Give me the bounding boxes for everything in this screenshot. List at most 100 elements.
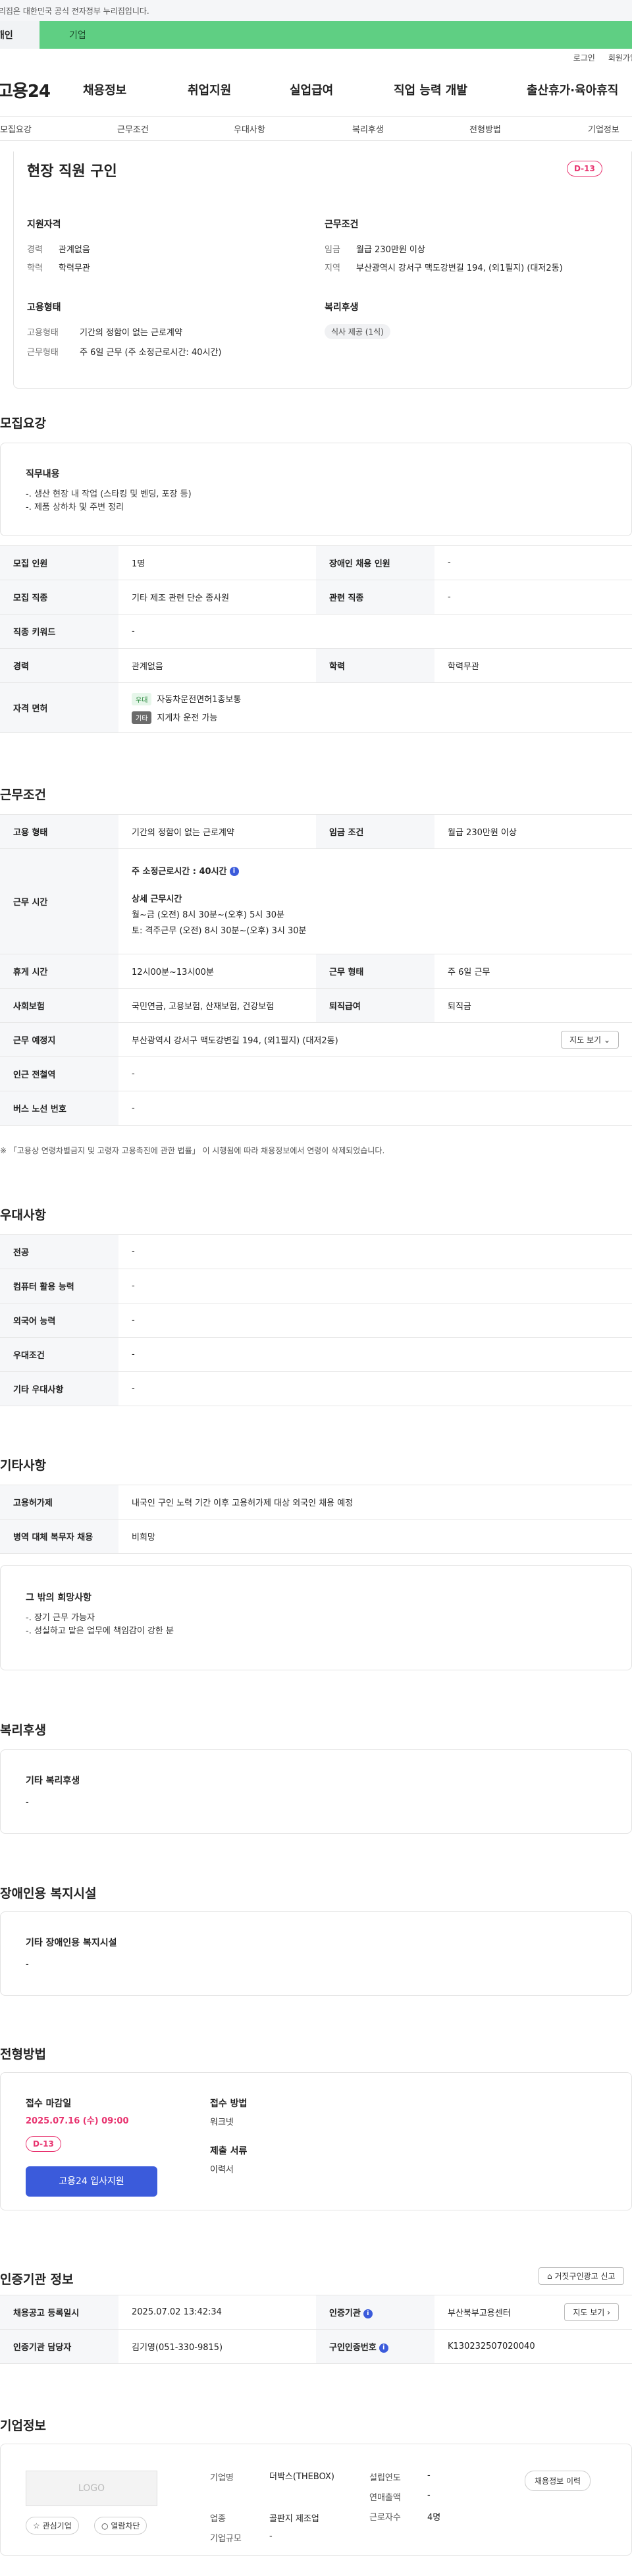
table-cell-head: 외국어 능력: [0, 1303, 118, 1338]
emp-shift-label: 근무형태: [27, 348, 59, 358]
hours-detail-2: 토: 격주근무 (오전) 8시 30분~(오후) 3시 30분: [132, 925, 307, 936]
global-nav: 고용24 채용정보 취업지원 실업급여 직업 능력 개발 출산휴가·육아휴직: [0, 63, 632, 116]
work-table: 고용 형태 기간의 정함이 없는 근로계약 임금 조건 월급 230만원 이상 …: [0, 814, 632, 1126]
info-icon[interactable]: i: [229, 867, 239, 876]
emp-type-label: 고용형태: [27, 328, 59, 338]
gnb-leave[interactable]: 출산휴가·육아휴직: [527, 81, 618, 98]
table-row: 근무 예정지 부산광역시 강서구 맥도강변길 194, (외1필지) (대저2동…: [0, 1022, 632, 1057]
top-tabs: 개인 기업: [0, 21, 632, 49]
duty-heading: 직무내용: [26, 469, 60, 480]
table-row: 직종 키워드 -: [0, 614, 632, 649]
welfare-box-text: -: [26, 1797, 29, 1807]
table-row: 자격 면허 우대 자동차운전면허1종보통 기타 지게차 운전 가능: [0, 682, 632, 733]
gnb-unemployment-benefit[interactable]: 실업급여: [290, 81, 333, 98]
table-cell-head: 장애인 채용 인원: [316, 545, 434, 580]
place-value: 부산광역시 강서구 맥도강변길 194, (외1필지) (대저2동): [132, 1036, 338, 1046]
table-cell-head: 자격 면허: [0, 682, 118, 733]
wish-text: -. 장기 근무 가능자 -. 성실하고 맡은 업무에 책임감이 강한 분: [26, 1613, 174, 1636]
map-button-label: 지도 보기: [569, 1035, 602, 1045]
hours-main-text: 주 소정근로시간 : 40시간: [132, 866, 227, 877]
company-size-label: 기업규모: [210, 2534, 242, 2544]
subnav-pref[interactable]: 우대사항: [234, 123, 265, 135]
qual-career-value: 관계없음: [59, 245, 90, 255]
company-industry-value: 골판지 제조업: [269, 2514, 319, 2524]
company-sales-value: -: [427, 2490, 431, 2500]
table-cell: -: [118, 614, 632, 649]
emp-type: 고용형태 기간의 정함이 없는 근로계약: [27, 325, 182, 338]
table-cell-head: 병역 대체 복무자 채용: [0, 1519, 118, 1554]
qual-heading: 지원자격: [27, 219, 61, 230]
cert-org-label: 인증기관: [329, 2309, 361, 2318]
table-cell: K130232507020040: [434, 2329, 632, 2364]
block-button[interactable]: ○ 열람차단: [94, 2517, 147, 2535]
report-button[interactable]: ⌂ 거짓구인광고 신고: [539, 2267, 624, 2285]
history-button[interactable]: 채용정보 이력: [525, 2471, 591, 2491]
util-nav: 로그인 회원가입: [0, 49, 632, 63]
subnav-work[interactable]: 근무조건: [117, 123, 149, 135]
table-cell: 김기영(051-330-9815): [118, 2329, 316, 2364]
block-button-label: 열람차단: [111, 2521, 140, 2531]
chevron-down-icon: ⌄: [603, 1035, 610, 1045]
site-logo[interactable]: 고용24: [0, 78, 51, 102]
welfare-chip-label: 식사 제공 (1식): [325, 324, 390, 339]
org-map-button-label: 지도 보기: [573, 2308, 605, 2317]
table-cell: -: [434, 580, 632, 615]
table-cell-head: 컴퓨터 활용 능력: [0, 1269, 118, 1303]
info-icon[interactable]: i: [363, 2309, 373, 2318]
chevron-right-icon: ›: [607, 2308, 610, 2317]
table-cell-head: 관련 직종: [316, 580, 434, 615]
apply-button[interactable]: 고용24 입사지원: [26, 2166, 157, 2197]
disab-title: 장애인용 복지시설: [0, 1886, 97, 1901]
table-cell: 월급 230만원 이상: [434, 814, 632, 849]
gnb-skills[interactable]: 직업 능력 개발: [394, 81, 467, 98]
company-size-value: -: [269, 2531, 273, 2541]
tab-individual-label: 개인: [0, 30, 13, 41]
license-item: 기타 지게차 운전 가능: [132, 711, 619, 724]
gnb-jobs[interactable]: 채용정보: [83, 81, 126, 98]
disab-box-text: -: [26, 1959, 29, 1969]
recruit-title: 모집요강: [0, 416, 46, 431]
join-link[interactable]: 회원가입: [608, 52, 632, 63]
etc-table: 고용허가제 내국인 구인 노력 기간 이후 고용허가제 대상 외국인 채용 예정 …: [0, 1485, 632, 1554]
method-heading: 접수 방법: [210, 2098, 248, 2109]
table-cell-head: 고용 형태: [0, 814, 118, 849]
subnav-selection[interactable]: 전형방법: [469, 123, 501, 135]
license-cell: 우대 자동차운전면허1종보통 기타 지게차 운전 가능: [118, 682, 632, 733]
gnb-employment-support[interactable]: 취업지원: [188, 81, 231, 98]
subnav-recruit[interactable]: 모집요강: [0, 123, 32, 135]
cond-wage: 임금 월급 230만원 이상: [325, 242, 425, 255]
cert-org-value: 부산북부고용센터: [448, 2309, 511, 2318]
subnav-welfare[interactable]: 복리후생: [352, 123, 384, 135]
circle-icon: ○: [101, 2521, 109, 2531]
table-cell-head: 버스 노선 번호: [0, 1091, 118, 1126]
table-cell-head: 인근 전철역: [0, 1056, 118, 1091]
tab-business[interactable]: 기업: [40, 21, 632, 49]
map-button[interactable]: 지도 보기 ⌄: [561, 1031, 619, 1049]
deadline-value: 2025.07.16 (수) 09:00: [26, 2116, 129, 2126]
table-row: 모집 인원 1명 장애인 채용 인원 -: [0, 545, 632, 580]
etc-title: 기타사항: [0, 1458, 46, 1473]
org-map-button[interactable]: 지도 보기 ›: [564, 2303, 619, 2321]
table-cell-head: 기타 우대사항: [0, 1371, 118, 1406]
company-logo: LOGO: [26, 2471, 157, 2506]
favorite-button[interactable]: ☆ 관심기업: [26, 2517, 79, 2535]
table-row: 외국어 능력 -: [0, 1303, 632, 1338]
table-cell: 퇴직금: [434, 988, 632, 1023]
welfare-chip: 식사 제공 (1식): [325, 324, 390, 339]
dday-badge: D-13: [567, 161, 602, 177]
cert-org-cell: 부산북부고용센터 지도 보기 ›: [434, 2295, 632, 2330]
table-cell: -: [118, 1091, 632, 1126]
table-cell-head: 학력: [316, 648, 434, 683]
tab-individual[interactable]: 개인: [0, 21, 40, 49]
welfare-box: 기타 복리후생 -: [0, 1749, 632, 1834]
login-link[interactable]: 로그인: [573, 52, 595, 63]
info-icon[interactable]: i: [379, 2343, 388, 2353]
table-row: 버스 노선 번호 -: [0, 1091, 632, 1126]
subnav-company[interactable]: 기업정보: [588, 123, 619, 135]
wish-box: 그 밖의 희망사항 -. 장기 근무 가능자 -. 성실하고 맡은 업무에 책임…: [0, 1565, 632, 1670]
table-row: 전공 -: [0, 1234, 632, 1269]
recruit-table: 모집 인원 1명 장애인 채용 인원 - 모집 직종 기타 제조 관련 단순 종…: [0, 545, 632, 733]
deadline-heading: 접수 마감일: [26, 2098, 72, 2109]
duty-text: -. 생산 현장 내 작업 (스타킹 및 벤딩, 포장 등) -. 제품 상하차…: [26, 489, 192, 512]
select-title: 전형방법: [0, 2047, 46, 2062]
